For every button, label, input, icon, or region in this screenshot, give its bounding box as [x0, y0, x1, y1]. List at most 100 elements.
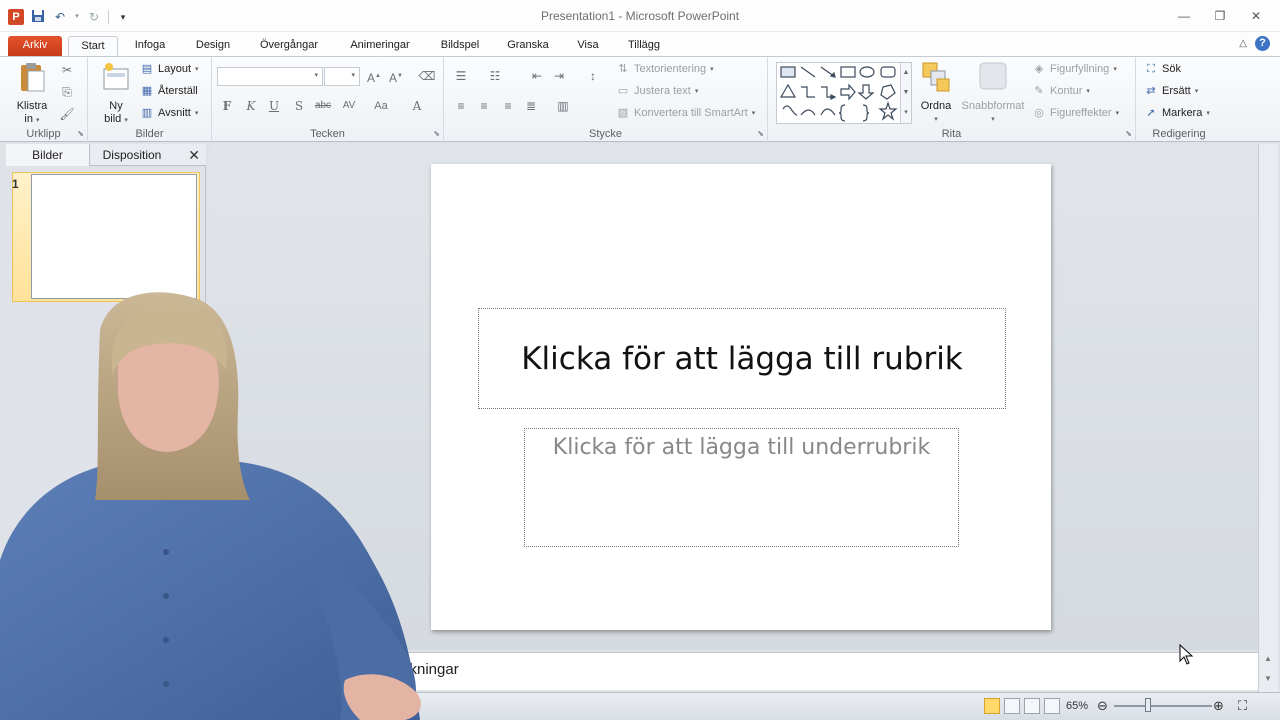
reset-button[interactable]: ▦ Återställ	[140, 84, 198, 98]
shape-effects-label: Figureffekter	[1050, 107, 1112, 119]
tab-animations[interactable]: Animeringar	[340, 36, 420, 56]
find-button[interactable]: ⛶ Sök	[1144, 62, 1181, 76]
scroll-up-icon[interactable]: ▲	[901, 63, 911, 83]
character-spacing-button[interactable]: AV	[338, 97, 360, 115]
tab-slides[interactable]: Bilder	[6, 144, 90, 166]
cut-icon[interactable]: ✂	[58, 61, 76, 79]
tab-view[interactable]: Visa	[570, 36, 606, 56]
group-label: Stycke	[588, 128, 622, 140]
slideshow-view-icon[interactable]	[1044, 698, 1060, 714]
shape-effects-button[interactable]: ◎ Figureffekter ▾	[1032, 106, 1119, 120]
dialog-launcher-icon[interactable]: ⬊	[757, 129, 764, 138]
notes-pane[interactable]: ckningar	[210, 652, 1258, 690]
normal-view-icon[interactable]	[984, 698, 1000, 714]
italic-button[interactable]: K	[242, 97, 260, 115]
vertical-scrollbar[interactable]: ▲ ▼	[1258, 144, 1278, 692]
fit-to-window-icon[interactable]: ⛶	[1238, 698, 1247, 714]
paste-label-2: in ▾	[24, 113, 40, 125]
align-center-icon[interactable]: ≡	[475, 97, 493, 115]
chevron-down-icon: ▾	[314, 72, 318, 79]
tab-insert[interactable]: Infoga	[126, 36, 174, 56]
convert-smartart-button[interactable]: ▧ Konvertera till SmartArt ▾	[616, 106, 755, 120]
tab-review[interactable]: Granska	[500, 36, 556, 56]
tab-outline[interactable]: Disposition	[90, 144, 174, 166]
font-size-combo[interactable]: ▾	[324, 67, 360, 86]
shadow-button[interactable]: S	[290, 97, 308, 115]
copy-icon[interactable]: ⎘	[58, 83, 76, 101]
group-label: Bilder	[135, 128, 164, 140]
dialog-launcher-icon[interactable]: ⬊	[1125, 129, 1132, 138]
zoom-in-icon[interactable]: ⊕	[1213, 698, 1224, 714]
align-text-button[interactable]: ▭ Justera text ▾	[616, 84, 699, 98]
dialog-launcher-icon[interactable]: ⬊	[433, 129, 440, 138]
close-panel-icon[interactable]: ✕	[188, 147, 200, 164]
scroll-down-icon[interactable]: ▼	[901, 83, 911, 103]
tab-transitions[interactable]: Övergångar	[252, 36, 326, 56]
font-name-combo[interactable]: ▾	[217, 67, 323, 86]
title-placeholder[interactable]: Klicka för att lägga till rubrik	[478, 308, 1006, 409]
quick-styles-button[interactable]: Snabbformat ▾	[958, 61, 1028, 126]
new-slide-label-2: bild ▾	[104, 113, 128, 125]
chevron-down-icon: ▾	[1113, 66, 1117, 73]
scroll-down-icon[interactable]: ▼	[1264, 674, 1272, 683]
shape-outline-button[interactable]: ✎ Kontur ▾	[1032, 84, 1090, 98]
chevron-down-icon: ▾	[1206, 110, 1210, 117]
tab-design[interactable]: Design	[188, 36, 238, 56]
decrease-indent-icon[interactable]: ⇤	[528, 67, 546, 85]
clear-formatting-icon[interactable]: ⌫	[418, 67, 436, 85]
smartart-icon: ▧	[617, 107, 629, 119]
new-slide-button[interactable]: Ny bild ▾	[96, 61, 136, 127]
numbering-icon[interactable]: ☷	[486, 67, 504, 85]
bold-button[interactable]: F	[218, 97, 236, 115]
zoom-level[interactable]: 65%	[1066, 698, 1088, 714]
font-color-button[interactable]: A	[408, 97, 426, 115]
shapes-gallery[interactable]	[776, 62, 902, 124]
replace-button[interactable]: ⇄ Ersätt ▾	[1144, 84, 1198, 98]
help-icon[interactable]: ?	[1255, 36, 1270, 51]
slide-sorter-icon[interactable]	[1004, 698, 1020, 714]
scroll-up-icon[interactable]: ▲	[1264, 654, 1272, 663]
status-bar: 65% ⊖ ⊕ ⛶	[0, 692, 1280, 720]
justify-icon[interactable]: ≣	[522, 97, 540, 115]
minimize-ribbon-icon[interactable]: △	[1239, 38, 1247, 49]
align-right-icon[interactable]: ≡	[499, 97, 517, 115]
chevron-down-icon: ▾	[1086, 88, 1090, 95]
paste-icon	[21, 63, 45, 92]
increase-indent-icon[interactable]: ⇥	[550, 67, 568, 85]
minimize-icon[interactable]: —	[1168, 6, 1200, 26]
underline-button[interactable]: U	[265, 97, 283, 115]
tab-slideshow[interactable]: Bildspel	[432, 36, 488, 56]
strikethrough-button[interactable]: abc	[312, 97, 334, 115]
restore-icon[interactable]: ❐	[1204, 6, 1236, 26]
arrange-button[interactable]: Ordna ▾	[916, 61, 956, 126]
slide-canvas[interactable]: Klicka för att lägga till rubrik Klicka …	[431, 164, 1051, 630]
zoom-slider-thumb[interactable]	[1145, 698, 1152, 712]
reading-view-icon[interactable]	[1024, 698, 1040, 714]
zoom-slider-track[interactable]	[1114, 705, 1212, 707]
shrink-font-icon[interactable]: A▼	[387, 67, 405, 85]
grow-font-icon[interactable]: A▲	[365, 67, 383, 85]
shape-fill-button[interactable]: ◈ Figurfyllning ▾	[1032, 62, 1117, 76]
tab-file[interactable]: Arkiv	[8, 36, 62, 56]
tab-start[interactable]: Start	[68, 36, 118, 56]
bullets-icon[interactable]: ☰	[452, 67, 470, 85]
shapes-gallery-scroll[interactable]: ▲ ▼ ▾	[900, 62, 912, 124]
align-left-icon[interactable]: ≡	[452, 97, 470, 115]
text-direction-button[interactable]: ⇅ Textorientering ▾	[616, 62, 713, 76]
close-window-icon[interactable]: ✕	[1240, 6, 1272, 26]
line-spacing-icon[interactable]: ↕	[584, 67, 602, 85]
layout-button[interactable]: ▤ Layout ▾	[140, 62, 199, 76]
columns-icon[interactable]: ▥	[554, 97, 572, 115]
zoom-out-icon[interactable]: ⊖	[1097, 698, 1108, 714]
dialog-launcher-icon[interactable]: ⬊	[77, 129, 84, 138]
section-button[interactable]: ▥ Avsnitt ▾	[140, 106, 199, 120]
paste-button[interactable]: Klistra in ▾	[10, 61, 54, 127]
format-painter-icon[interactable]: 🖌	[58, 105, 76, 123]
subtitle-placeholder[interactable]: Klicka för att lägga till underrubrik	[524, 428, 959, 547]
tab-addins[interactable]: Tillägg	[618, 36, 670, 56]
change-case-button[interactable]: Aa	[370, 97, 392, 115]
layout-icon: ▤	[141, 63, 153, 75]
more-shapes-icon[interactable]: ▾	[901, 103, 911, 123]
select-button[interactable]: ➚ Markera ▾	[1144, 106, 1210, 120]
slide-thumbnail[interactable]	[31, 174, 197, 299]
